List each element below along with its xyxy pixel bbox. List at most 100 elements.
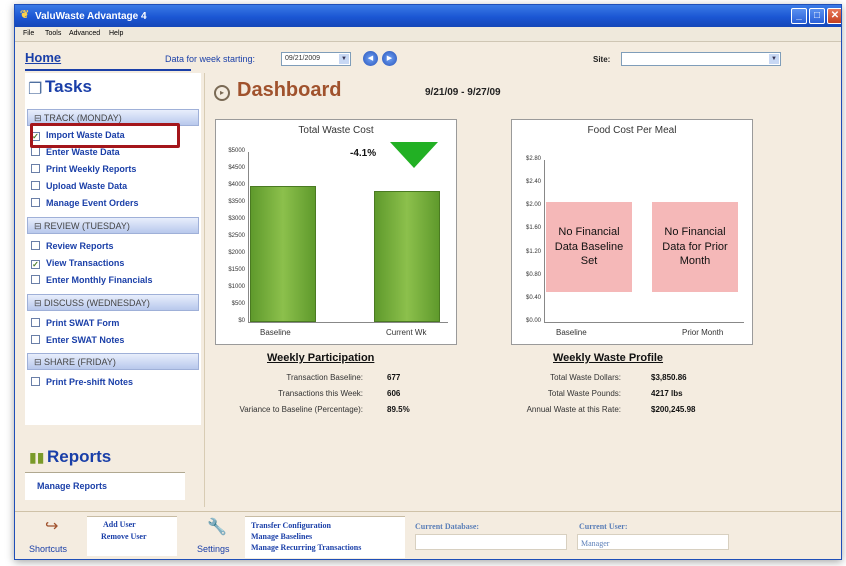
previous-week-button[interactable]: ◀ — [363, 51, 378, 66]
y-tick-label: $3500 — [228, 199, 245, 205]
section-share[interactable]: ⊟ SHARE (FRIDAY) — [27, 353, 199, 370]
y-axis — [248, 152, 249, 322]
section-label: TRACK (MONDAY) — [43, 113, 122, 123]
home-underline — [25, 69, 191, 71]
y-tick-label: $1000 — [228, 284, 245, 290]
section-label: SHARE (FRIDAY) — [44, 357, 116, 367]
site-select[interactable]: ▼ — [621, 52, 781, 66]
manage-reports-link[interactable]: Manage Reports — [25, 472, 185, 500]
section-label: DISCUSS (WEDNESDAY) — [44, 298, 150, 308]
settings-label[interactable]: Settings — [197, 544, 230, 554]
summary-label: Total Waste Dollars: — [550, 373, 621, 382]
waste-profile-title: Weekly Waste Profile — [553, 352, 664, 364]
task-print-pre-shift-notes[interactable]: Print Pre-shift Notes — [31, 377, 133, 387]
next-week-button[interactable]: ▶ — [382, 51, 397, 66]
menu-advanced[interactable]: Advanced — [69, 30, 100, 37]
checkbox[interactable] — [31, 181, 40, 190]
x-tick-label: Prior Month — [682, 328, 724, 337]
checkbox[interactable] — [31, 377, 40, 386]
current-user-label: Current User: — [579, 522, 628, 531]
y-tick-label: $4000 — [228, 182, 245, 188]
menu-file[interactable]: File — [23, 30, 34, 37]
summary-label: Transaction Baseline: — [286, 373, 363, 382]
y-tick-label: $2000 — [228, 250, 245, 256]
chart-title: Food Cost Per Meal — [587, 125, 677, 136]
checkbox[interactable] — [31, 275, 40, 284]
checkbox[interactable] — [31, 198, 40, 207]
toolbar: Home Data for week starting: 09/21/2009 … — [15, 43, 841, 73]
section-discuss[interactable]: ⊟ DISCUSS (WEDNESDAY) — [27, 294, 199, 311]
y-tick-label: $2.80 — [525, 156, 541, 162]
close-button[interactable]: ✕ — [827, 8, 841, 24]
task-print-swat-form[interactable]: Print SWAT Form — [31, 318, 119, 328]
current-database-field — [415, 534, 567, 550]
site-label: Site: — [593, 55, 611, 64]
summary-label: Annual Waste at this Rate: — [526, 405, 621, 414]
chevron-down-icon: ▼ — [769, 54, 779, 64]
checkbox[interactable] — [31, 335, 40, 344]
task-enter-monthly-financials[interactable]: Enter Monthly Financials — [31, 275, 153, 285]
task-print-weekly-reports[interactable]: Print Weekly Reports — [31, 164, 136, 174]
y-tick-label: $1.60 — [525, 225, 541, 232]
checkbox[interactable] — [31, 318, 40, 327]
task-manage-event-orders[interactable]: Manage Event Orders — [31, 198, 139, 208]
x-tick-label: Current Wk — [386, 328, 427, 337]
app-window: ❦ ValuWaste Advantage 4 _ □ ✕ File Tools… — [14, 4, 842, 560]
summary-value: 89.5% — [387, 405, 410, 414]
manage-recurring-transactions-link[interactable]: Manage Recurring Transactions — [251, 543, 361, 552]
task-enter-waste-data[interactable]: Enter Waste Data — [31, 147, 120, 157]
remove-user-link[interactable]: Remove User — [101, 532, 147, 541]
summary-value: 677 — [387, 373, 401, 382]
summary-label: Variance to Baseline (Percentage): — [239, 405, 363, 414]
shortcuts-label[interactable]: Shortcuts — [29, 544, 67, 554]
percent-change-label: -4.1% — [350, 148, 377, 159]
home-link[interactable]: Home — [25, 50, 61, 65]
summary-value: $3,850.86 — [651, 373, 687, 382]
checkbox[interactable]: ✓ — [31, 260, 40, 269]
down-arrow-icon — [390, 142, 438, 168]
reports-panel: ▮▮ Reports Manage Reports — [25, 441, 201, 500]
y-tick-label: $4500 — [228, 165, 245, 171]
y-axis — [544, 160, 545, 322]
manage-baselines-link[interactable]: Manage Baselines — [251, 532, 312, 541]
y-tick-label: $2.00 — [525, 202, 541, 209]
y-tick-label: $0.80 — [525, 271, 541, 278]
x-axis — [248, 322, 448, 323]
total-waste-cost-chart: Total Waste Cost -4.1% $5000 $4500 $4000 $3… — [215, 119, 457, 345]
transfer-configuration-link[interactable]: Transfer Configuration — [251, 521, 331, 530]
task-enter-swat-notes[interactable]: Enter SWAT Notes — [31, 335, 124, 345]
y-tick-label: $2500 — [228, 233, 245, 239]
summary-value: 606 — [387, 389, 401, 398]
tasks-icon: ❐ — [28, 81, 43, 98]
y-tick-label: $0.00 — [525, 318, 541, 324]
task-upload-waste-data[interactable]: Upload Waste Data — [31, 181, 127, 191]
menu-help[interactable]: Help — [109, 30, 123, 37]
bar — [250, 186, 316, 322]
checkbox[interactable] — [31, 241, 40, 250]
section-review[interactable]: ⊟ REVIEW (TUESDAY) — [27, 217, 199, 234]
week-select[interactable]: 09/21/2009 ▼ — [281, 52, 351, 66]
y-tick-label: $3000 — [228, 216, 245, 222]
window-title: ValuWaste Advantage 4 — [35, 11, 147, 22]
checkbox[interactable] — [31, 147, 40, 156]
no-data-box: No Financial Data for Prior Month — [652, 202, 738, 292]
checkbox[interactable] — [31, 164, 40, 173]
food-cost-per-meal-chart: Food Cost Per Meal $2.80 $2.40 $2.00 $1.60 $… — [511, 119, 753, 345]
maximize-button[interactable]: □ — [809, 8, 825, 24]
y-tick-label: $1.20 — [525, 248, 541, 255]
y-tick-label: $5000 — [228, 148, 245, 154]
current-database-label: Current Database: — [415, 522, 480, 531]
task-review-reports[interactable]: Review Reports — [31, 241, 114, 251]
x-tick-label: Baseline — [260, 328, 291, 337]
dashboard-title: Dashboard — [237, 79, 342, 101]
reports-chart-icon: ▮▮ — [29, 449, 45, 465]
task-view-transactions[interactable]: ✓ View Transactions — [31, 258, 124, 269]
menu-tools[interactable]: Tools — [45, 30, 61, 37]
current-user-value: Manager — [581, 539, 610, 548]
summary-value: $200,245.98 — [651, 405, 696, 414]
y-tick-label: $2.40 — [525, 179, 541, 186]
app-icon: ❦ — [20, 9, 30, 21]
minimize-button[interactable]: _ — [791, 8, 807, 24]
chart-title: Total Waste Cost — [298, 125, 374, 136]
add-user-link[interactable]: Add User — [103, 520, 136, 529]
